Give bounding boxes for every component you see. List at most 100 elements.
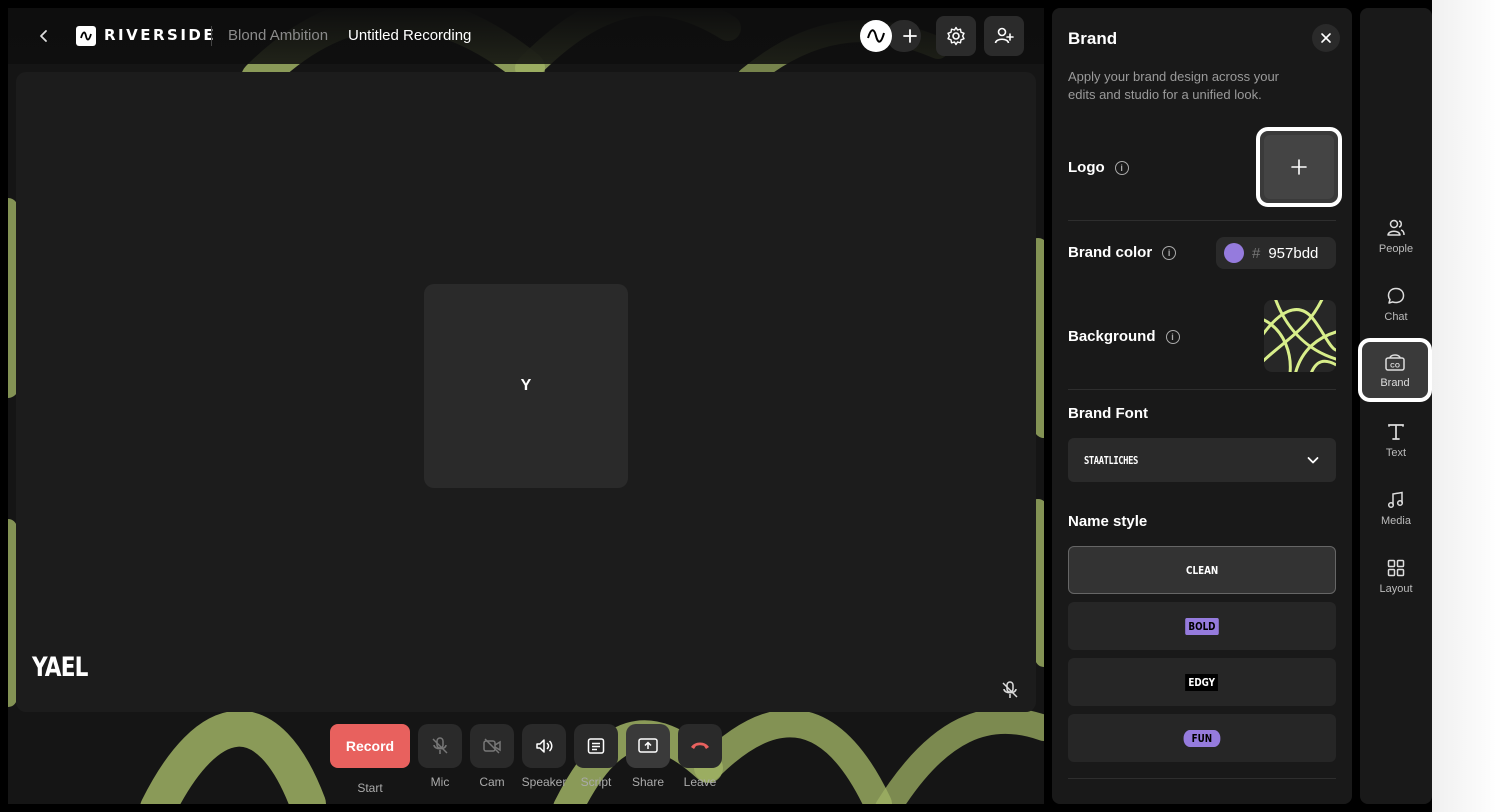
- rail-label-text: Text: [1385, 446, 1407, 459]
- script-button[interactable]: [574, 724, 618, 768]
- divider: [1068, 220, 1336, 221]
- share-control[interactable]: Share: [626, 724, 670, 789]
- name-style-fun-label: FUN: [1183, 729, 1221, 747]
- cam-label: Cam: [479, 775, 505, 789]
- mic-off-icon: [432, 737, 448, 754]
- add-host-button[interactable]: [887, 20, 921, 52]
- rail-item-brand[interactable]: CO Brand: [1358, 338, 1432, 402]
- logo-upload-button[interactable]: [1256, 127, 1342, 207]
- waveform-icon: [867, 29, 885, 43]
- close-icon: [1321, 33, 1331, 43]
- participant-tile: Y: [424, 284, 628, 488]
- mic-button[interactable]: [418, 724, 462, 768]
- layout-grid-icon: [1387, 559, 1405, 576]
- invite-button[interactable]: [984, 16, 1024, 56]
- brand-panel: Brand Apply your brand design across you…: [1052, 8, 1352, 804]
- participant-name-tag: YAEL: [32, 652, 88, 683]
- rail-item-text[interactable]: Text: [1360, 410, 1432, 470]
- record-caption: Start: [357, 781, 383, 795]
- recording-stage: Y YAEL: [16, 72, 1036, 712]
- name-style-bold[interactable]: BOLD: [1068, 602, 1336, 650]
- brand-font-label: Brand Font: [1068, 405, 1148, 422]
- share-screen-icon: [638, 738, 658, 753]
- info-icon[interactable]: i: [1162, 245, 1177, 260]
- leave-control[interactable]: Leave: [678, 724, 722, 789]
- hash-symbol: #: [1252, 244, 1261, 262]
- text-icon: [1388, 423, 1404, 440]
- mic-control[interactable]: Mic: [418, 724, 462, 789]
- rail-label-chat: Chat: [1384, 310, 1408, 323]
- name-style-fun[interactable]: FUN: [1068, 714, 1336, 762]
- side-rail: People Chat CO Brand Text Media Layout: [1358, 8, 1432, 804]
- brand-color-row-label: Brand color i: [1068, 244, 1177, 261]
- rail-item-people[interactable]: People: [1360, 206, 1432, 266]
- control-bar: Record Start Mic Cam Speaker Script Shar…: [8, 724, 1044, 804]
- close-panel-button[interactable]: [1312, 24, 1340, 52]
- panel-title: Brand: [1068, 29, 1118, 48]
- chevron-down-icon: [1307, 457, 1319, 464]
- rail-label-people: People: [1378, 242, 1414, 255]
- name-style-bold-label: BOLD: [1185, 617, 1219, 635]
- name-style-label: Name style: [1068, 513, 1148, 530]
- show-name[interactable]: Blond Ambition: [228, 27, 328, 44]
- mic-muted-icon: [1002, 681, 1018, 698]
- brand-font-select[interactable]: STAATLICHES: [1068, 438, 1336, 482]
- brand-wordmark: RIVERSIDE: [104, 26, 217, 44]
- speaker-icon: [536, 739, 553, 753]
- background-label: Background: [1068, 328, 1156, 345]
- window-edge: [1432, 0, 1502, 812]
- cam-control[interactable]: Cam: [470, 724, 514, 789]
- share-button[interactable]: [626, 724, 670, 768]
- panel-description: Apply your brand design across your edit…: [1068, 69, 1280, 102]
- leave-button[interactable]: [678, 724, 722, 768]
- logo-label: Logo: [1068, 159, 1105, 176]
- settings-button[interactable]: [936, 16, 976, 56]
- share-label: Share: [631, 775, 665, 789]
- record-button[interactable]: Record: [330, 724, 410, 768]
- mic-label: Mic: [430, 775, 450, 789]
- background-preview-image: [1264, 300, 1336, 372]
- brand-font-value: STAATLICHES: [1084, 453, 1138, 467]
- speaker-label: Speaker: [521, 775, 567, 789]
- svg-text:CO: CO: [1390, 362, 1400, 369]
- add-person-icon: [994, 27, 1014, 44]
- rail-label-media: Media: [1381, 514, 1411, 527]
- name-style-edgy-label: EDGY: [1185, 673, 1219, 691]
- rail-item-media[interactable]: Media: [1360, 478, 1432, 538]
- brand-icon: CO: [1385, 353, 1405, 371]
- gear-icon: [947, 26, 965, 46]
- brand-color-value[interactable]: 957bdd: [1268, 245, 1318, 262]
- rail-label-brand: Brand: [1380, 376, 1410, 389]
- logo-row-label: Logo i: [1068, 159, 1129, 176]
- cam-button[interactable]: [470, 724, 514, 768]
- speaker-button[interactable]: [522, 724, 566, 768]
- riverside-logo-icon: [76, 26, 96, 46]
- header-divider: [211, 26, 212, 46]
- hang-up-icon: [691, 742, 709, 749]
- recording-title[interactable]: Untitled Recording: [348, 27, 471, 44]
- info-icon[interactable]: i: [1165, 329, 1180, 344]
- divider: [1068, 778, 1336, 779]
- rail-label-layout: Layout: [1379, 582, 1413, 595]
- host-avatar[interactable]: [860, 20, 892, 52]
- music-note-icon: [1387, 491, 1404, 508]
- people-icon: [1387, 219, 1405, 236]
- name-style-clean-label: CLEAN: [1185, 563, 1219, 577]
- script-icon: [587, 738, 605, 754]
- plus-icon: [903, 29, 917, 43]
- leave-label: Leave: [683, 775, 717, 789]
- brand-color-swatch[interactable]: [1224, 243, 1244, 263]
- speaker-control[interactable]: Speaker: [522, 724, 566, 789]
- rail-item-layout[interactable]: Layout: [1360, 546, 1432, 606]
- script-control[interactable]: Script: [574, 724, 618, 789]
- plus-icon: [1291, 159, 1307, 175]
- name-style-edgy[interactable]: EDGY: [1068, 658, 1336, 706]
- back-button[interactable]: [32, 24, 56, 48]
- background-thumbnail[interactable]: [1264, 300, 1336, 372]
- info-icon[interactable]: i: [1114, 160, 1129, 175]
- chevron-left-icon: [40, 30, 47, 42]
- brand-color-input[interactable]: # 957bdd: [1216, 237, 1336, 269]
- background-row-label: Background i: [1068, 328, 1180, 345]
- name-style-clean[interactable]: CLEAN: [1068, 546, 1336, 594]
- rail-item-chat[interactable]: Chat: [1360, 274, 1432, 334]
